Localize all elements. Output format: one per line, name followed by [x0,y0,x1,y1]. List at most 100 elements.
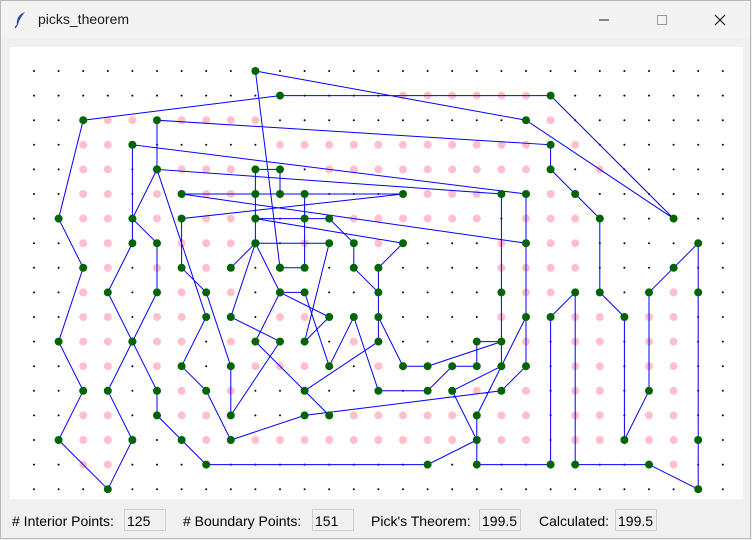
grid-dot [57,414,60,417]
grid-dot [131,266,134,269]
interior-point [79,140,88,149]
minimize-button[interactable] [581,1,627,39]
boundary-point [128,214,137,223]
boundary-point [694,239,703,248]
boundary-point [399,190,407,198]
grid-dot [33,168,35,171]
grid-dot [623,143,626,146]
grid-dot [57,316,60,318]
grid-dot [254,143,257,146]
interior-point [472,190,481,198]
grid-dot [205,488,208,491]
boundary-point [497,337,506,346]
grid-dot [352,119,355,122]
interior-point [497,436,506,444]
interior-points-label: # Interior Points: [12,513,114,529]
boundary-point [202,460,211,469]
grid-dot [180,143,183,146]
status-bar: # Interior Points: 125 # Boundary Points… [1,507,750,535]
boundary-point [226,362,235,371]
boundary-point [153,239,161,248]
boundary-point [153,288,161,297]
grid-dot [131,70,134,72]
grid-dot [328,119,331,122]
interior-point [497,165,506,174]
grid-dot [57,266,60,269]
interior-point [153,190,161,198]
grid-dot [82,488,85,491]
boundary-point [546,313,555,321]
interior-point [276,313,284,321]
grid-dot [254,291,257,294]
grid-dot [279,119,281,122]
grid-dot [328,266,331,269]
boundary-point [595,214,604,223]
grid-dot [648,266,650,269]
grid-dot [131,365,134,368]
grid-dot [721,266,724,269]
interior-point [300,436,309,444]
grid-dot [131,463,134,466]
interior-point [595,337,604,346]
interior-point [177,165,186,174]
grid-dot [402,119,404,122]
interior-point [103,460,112,469]
grid-dot [697,70,700,72]
picks-theorem-value: 199.5 [479,509,521,531]
grid-dot [131,389,134,392]
boundary-point [620,436,629,444]
grid-dot [131,316,134,318]
interior-point [226,116,235,125]
boundary-point [325,313,334,321]
boundary-point [374,263,383,272]
pick-lattice-plot[interactable] [10,47,743,499]
title-bar[interactable]: picks_theorem [1,1,750,39]
boundary-point [669,263,678,272]
boundary-point [202,288,211,297]
grid-dot [451,316,454,318]
grid-dot [721,316,724,318]
maximize-button[interactable] [639,1,685,39]
interior-point [177,411,186,420]
interior-point [177,313,186,321]
boundary-point [472,460,481,469]
boundary-point [79,263,88,272]
boundary-point [497,288,506,297]
boundary-point [300,214,309,223]
interior-point [226,239,235,248]
grid-dot [205,70,208,72]
grid-dot [672,193,675,195]
grid-dot [156,463,158,466]
boundary-point [276,91,284,100]
grid-dot [549,70,552,72]
interior-point [423,411,432,420]
boundary-point [374,337,383,346]
interior-point [595,386,604,395]
drawing-canvas[interactable] [10,47,743,499]
boundary-point [694,436,703,444]
grid-dot [623,119,626,122]
boundary-point [325,362,334,371]
grid-dot [180,94,183,97]
grid-dot [33,340,35,343]
interior-point [79,165,88,174]
grid-dot [672,119,675,122]
grid-dot [721,94,724,97]
polygon-outline [57,70,699,491]
close-button[interactable] [697,1,743,39]
grid-dot [328,389,331,392]
grid-dot [180,70,183,72]
grid-dot [180,463,183,466]
interior-point [103,263,112,272]
interior-point [645,411,653,420]
interior-point [202,436,211,444]
boundary-point [276,337,284,346]
grid-dot [623,291,626,294]
interior-point [103,239,112,248]
boundary-point [325,411,334,420]
boundary-point [276,190,284,198]
boundary-point [128,140,137,149]
interior-point [300,362,309,371]
interior-point [251,362,260,371]
boundary-point [595,288,604,297]
